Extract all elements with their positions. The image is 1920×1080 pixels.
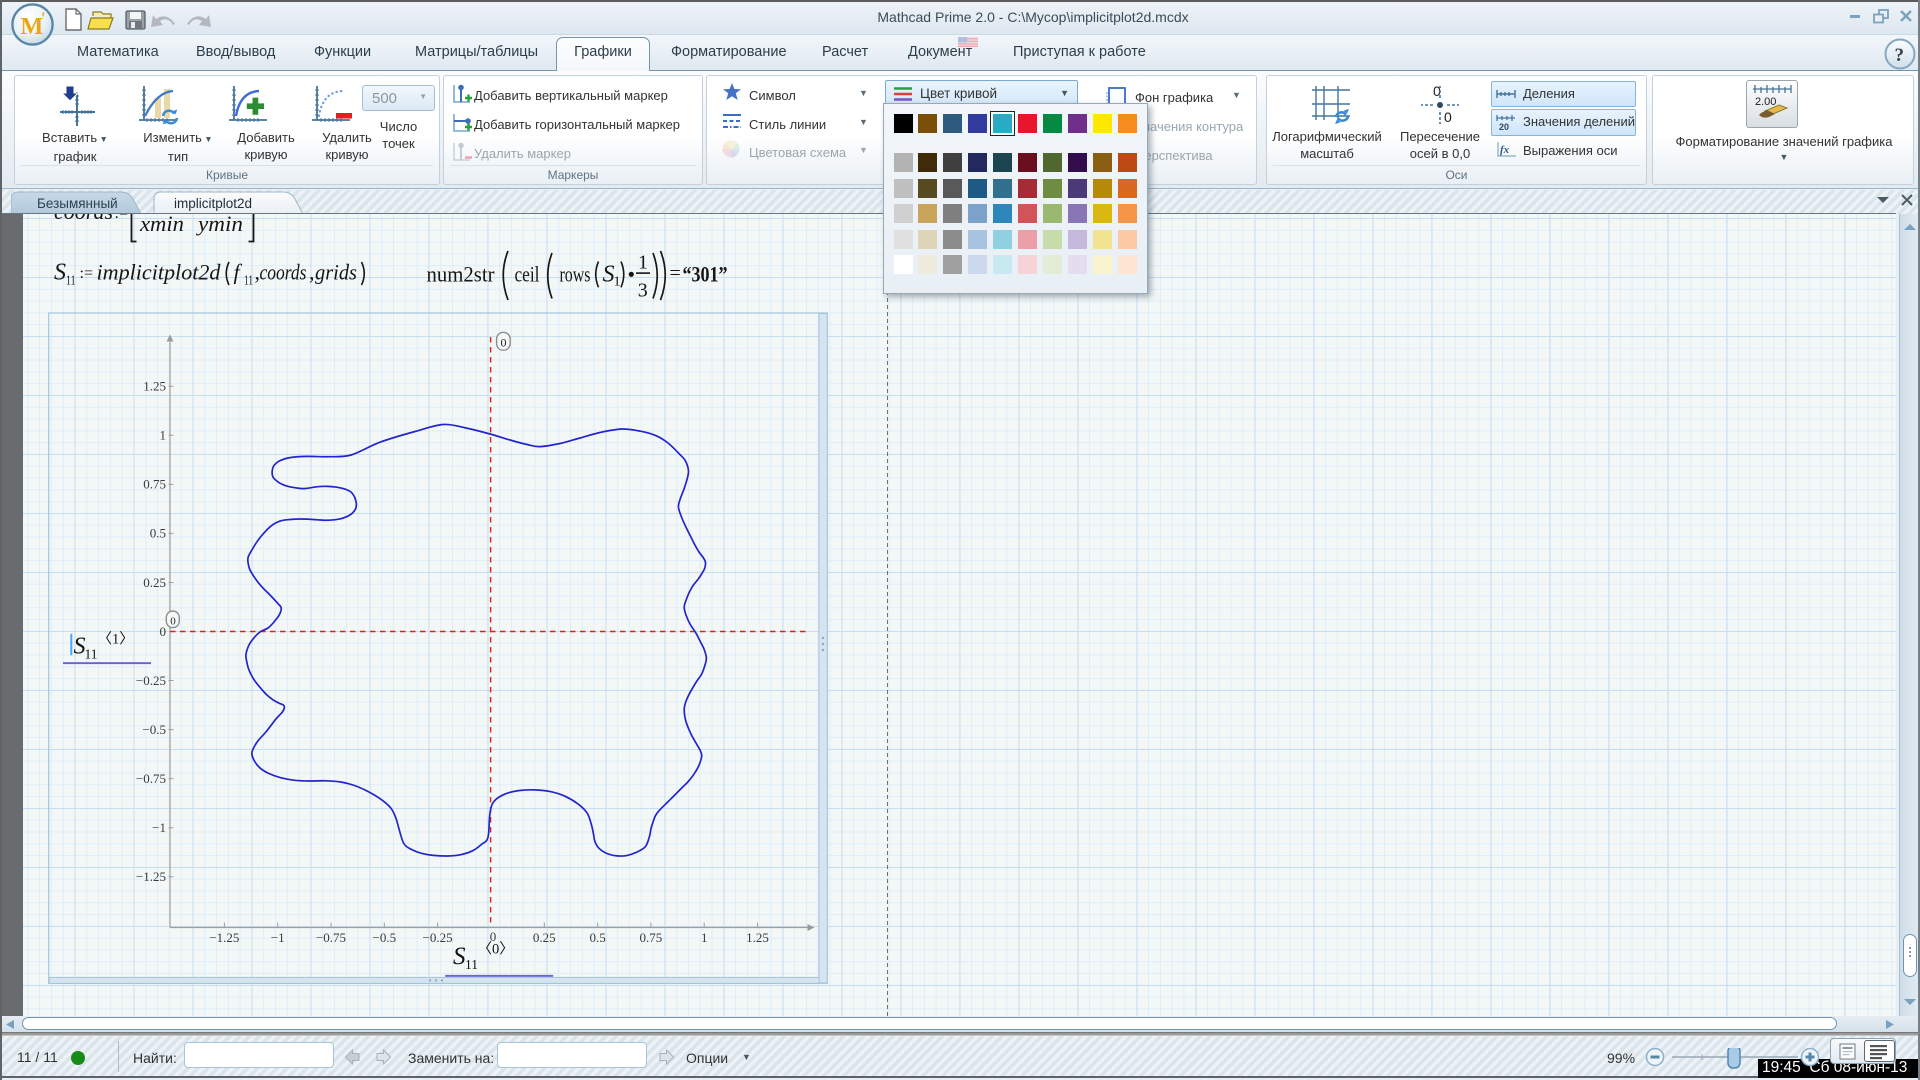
svg-text:f: f: [234, 260, 243, 285]
svg-text:num2str: num2str: [427, 262, 496, 287]
svg-text:0.5: 0.5: [589, 930, 605, 945]
svg-text:fx: fx: [1500, 144, 1510, 156]
svg-text:Безымянный: Безымянный: [37, 196, 118, 211]
svg-text:0.75: 0.75: [640, 930, 663, 945]
svg-text:,: ,: [309, 260, 315, 285]
svg-text:coords: coords: [260, 260, 307, 285]
svg-text:=: =: [670, 263, 681, 285]
svg-text:0.25: 0.25: [533, 930, 556, 945]
svg-text:−0.75: −0.75: [316, 930, 346, 945]
svg-text:xmin: xmin: [139, 211, 184, 236]
svg-text::=: :=: [80, 265, 93, 282]
svg-text:−0.5: −0.5: [373, 930, 397, 945]
svg-text:20: 20: [1499, 122, 1509, 131]
svg-text:−1: −1: [152, 820, 166, 835]
svg-text:0: 0: [1444, 109, 1452, 125]
svg-text:−1: −1: [271, 930, 285, 945]
svg-text:−1.25: −1.25: [209, 930, 239, 945]
svg-text:0.5: 0.5: [150, 526, 166, 541]
svg-text:0.25: 0.25: [143, 575, 166, 590]
svg-text:−0.75: −0.75: [136, 771, 166, 786]
svg-text:2.00: 2.00: [1755, 96, 1776, 108]
svg-text:1: 1: [160, 428, 167, 443]
svg-text:S: S: [54, 260, 66, 286]
svg-text:ceil: ceil: [515, 262, 540, 287]
svg-text:−0.5: −0.5: [142, 722, 166, 737]
svg-text:M: M: [20, 13, 43, 40]
svg-text:−0.25: −0.25: [136, 673, 166, 688]
svg-text:−1.25: −1.25: [136, 869, 166, 884]
svg-text:〈0〉: 〈0〉: [478, 941, 514, 958]
svg-text:〈1〉: 〈1〉: [98, 631, 134, 648]
svg-text:0: 0: [170, 615, 176, 627]
svg-text:ymin: ymin: [196, 211, 243, 236]
svg-text:−0.25: −0.25: [423, 930, 453, 945]
svg-text:11: 11: [465, 957, 478, 972]
svg-text:': ': [41, 9, 46, 28]
svg-text:grids: grids: [315, 260, 357, 285]
svg-text:1: 1: [638, 252, 648, 274]
svg-text:implicitplot2d: implicitplot2d: [97, 260, 222, 285]
svg-text:1.25: 1.25: [143, 379, 166, 394]
svg-text:0.75: 0.75: [143, 477, 166, 492]
svg-text:11: 11: [85, 647, 98, 662]
svg-text:“301”: “301”: [683, 262, 728, 287]
svg-text:0: 0: [160, 624, 167, 639]
svg-text:?: ?: [1895, 45, 1905, 66]
svg-text:1: 1: [701, 930, 708, 945]
svg-text:implicitplot2d: implicitplot2d: [174, 196, 252, 211]
svg-text:1.25: 1.25: [746, 930, 769, 945]
svg-text:1: 1: [614, 275, 621, 290]
svg-text:0: 0: [501, 336, 507, 350]
svg-text:3: 3: [638, 280, 648, 302]
svg-text:11: 11: [66, 274, 76, 289]
svg-text:11: 11: [244, 274, 253, 289]
svg-text:rows: rows: [560, 262, 591, 287]
